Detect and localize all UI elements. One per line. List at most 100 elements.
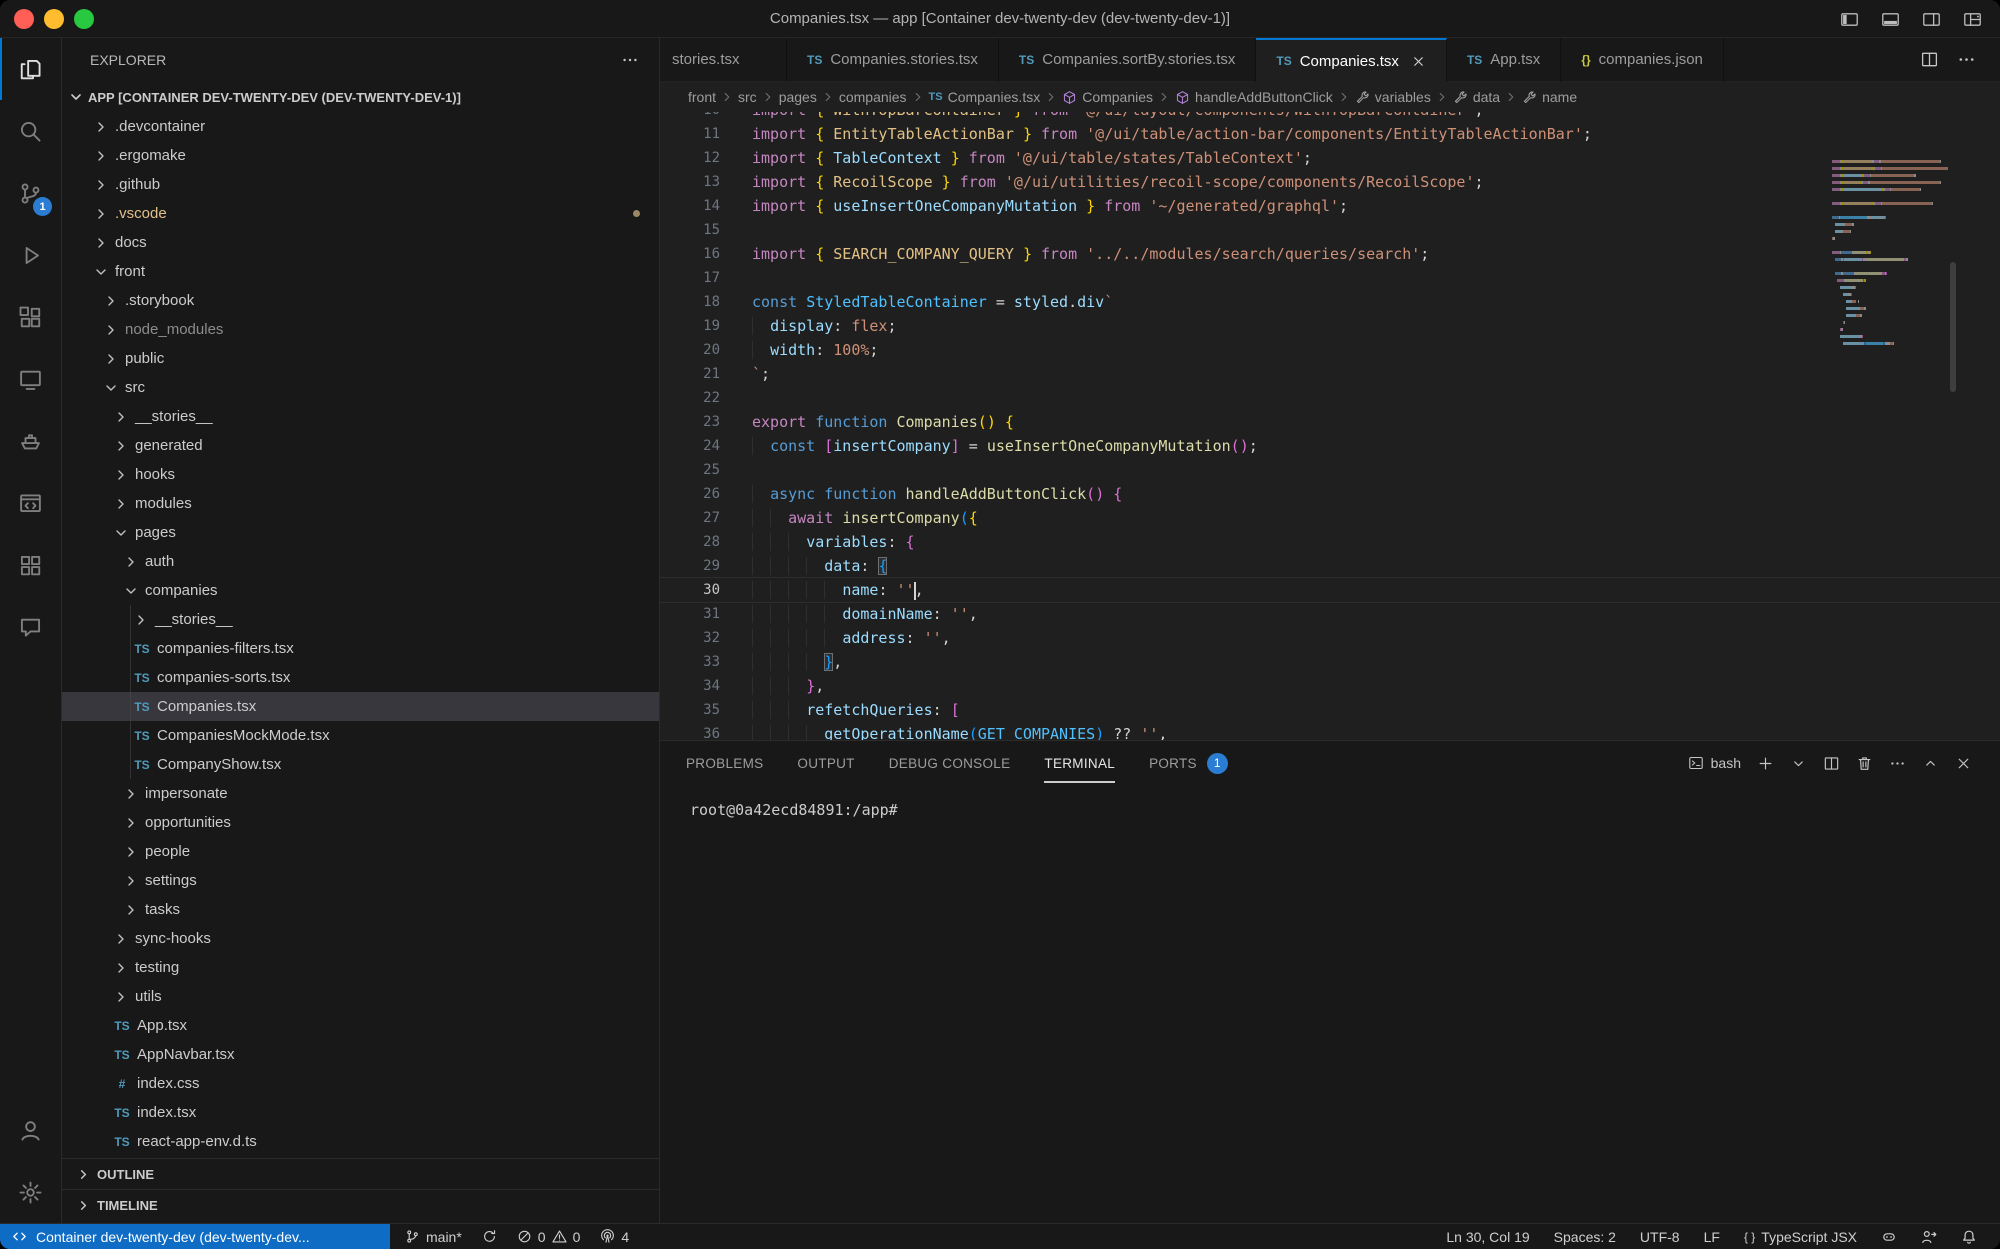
tree-item-impersonate[interactable]: impersonate <box>62 779 659 808</box>
explorer-more-actions-button[interactable] <box>621 51 639 69</box>
shell-selector[interactable]: bash <box>1688 755 1741 771</box>
zoom-window-button[interactable] <box>74 9 94 29</box>
editor-tab-companies-json[interactable]: {}companies.json <box>1561 38 1724 82</box>
status-cursor-position[interactable]: Ln 30, Col 19 <box>1439 1229 1536 1245</box>
breadcrumb-item-src[interactable]: src <box>738 89 757 105</box>
code-line-17[interactable]: 17 <box>660 266 2000 290</box>
tree-item-people[interactable]: people <box>62 837 659 866</box>
tree-item--vscode[interactable]: .vscode <box>62 199 659 228</box>
tree-item-companies-filters-tsx[interactable]: TScompanies-filters.tsx <box>62 634 659 663</box>
breadcrumb-item-handleaddbuttonclick[interactable]: handleAddButtonClick <box>1175 89 1333 105</box>
code-line-19[interactable]: 19 display: flex; <box>660 314 2000 338</box>
activity-item-docker[interactable] <box>0 410 61 472</box>
panel-tab-ports[interactable]: PORTS1 <box>1149 753 1228 774</box>
toggle-panel-icon[interactable] <box>1881 10 1900 29</box>
breadcrumb-item-pages[interactable]: pages <box>779 89 817 105</box>
code-line-26[interactable]: 26 async function handleAddButtonClick()… <box>660 482 2000 506</box>
tree-item--devcontainer[interactable]: .devcontainer <box>62 112 659 141</box>
status-encoding[interactable]: UTF-8 <box>1633 1229 1687 1245</box>
editor-tab-companies-sortby-stories-tsx[interactable]: TSCompanies.sortBy.stories.tsx <box>999 38 1256 82</box>
tree-item-utils[interactable]: utils <box>62 982 659 1011</box>
editor-tab-app-tsx[interactable]: TSApp.tsx <box>1447 38 1561 82</box>
code-line-11[interactable]: 11import { EntityTableActionBar } from '… <box>660 122 2000 146</box>
code-line-25[interactable]: 25 <box>660 458 2000 482</box>
activity-item-search[interactable] <box>0 100 61 162</box>
tree-item-pages[interactable]: pages <box>62 518 659 547</box>
panel-tab-output[interactable]: OUTPUT <box>797 756 854 771</box>
tree-item-companies-tsx[interactable]: TSCompanies.tsx <box>62 692 659 721</box>
tree-item-generated[interactable]: generated <box>62 431 659 460</box>
split-terminal-button[interactable] <box>1823 755 1840 772</box>
terminal-content[interactable]: root@0a42ecd84891:/app# <box>660 785 2000 819</box>
minimize-window-button[interactable] <box>44 9 64 29</box>
code-line-13[interactable]: 13import { RecoilScope } from '@/ui/util… <box>660 170 2000 194</box>
tree-item-app-tsx[interactable]: TSApp.tsx <box>62 1011 659 1040</box>
code-line-31[interactable]: 31 domainName: '', <box>660 602 2000 626</box>
editor-tab-companies-tsx[interactable]: TSCompanies.tsx <box>1256 38 1447 82</box>
status-copilot[interactable] <box>1874 1229 1904 1245</box>
tree-item-companiesmockmode-tsx[interactable]: TSCompaniesMockMode.tsx <box>62 721 659 750</box>
activity-item-accounts[interactable] <box>0 1099 61 1161</box>
tree-item-opportunities[interactable]: opportunities <box>62 808 659 837</box>
tree-item-settings[interactable]: settings <box>62 866 659 895</box>
kill-terminal-button[interactable] <box>1856 755 1873 772</box>
code-line-16[interactable]: 16import { SEARCH_COMPANY_QUERY } from '… <box>660 242 2000 266</box>
code-line-28[interactable]: 28 variables: { <box>660 530 2000 554</box>
more-editor-actions-button[interactable] <box>1957 50 1976 69</box>
panel-tab-problems[interactable]: PROBLEMS <box>686 756 763 771</box>
tree-item-tasks[interactable]: tasks <box>62 895 659 924</box>
code-line-24[interactable]: 24 const [insertCompany] = useInsertOneC… <box>660 434 2000 458</box>
tree-item-index-css[interactable]: #index.css <box>62 1069 659 1098</box>
maximize-panel-button[interactable] <box>1922 755 1939 772</box>
status-notifications[interactable] <box>1954 1229 1984 1245</box>
tree-item-docs[interactable]: docs <box>62 228 659 257</box>
activity-item-source-control[interactable]: 1 <box>0 162 61 224</box>
toggle-secondary-sidebar-icon[interactable] <box>1922 10 1941 29</box>
code-editor[interactable]: 10import { WithTopBarContainer } from '@… <box>660 112 2000 740</box>
activity-item-remote-explorer[interactable] <box>0 348 61 410</box>
activity-item-test-explorer[interactable] <box>0 534 61 596</box>
panel-tab-terminal[interactable]: TERMINAL <box>1044 756 1115 771</box>
tree-item-src[interactable]: src <box>62 373 659 402</box>
code-line-36[interactable]: 36 getOperationName(GET_COMPANIES) ?? ''… <box>660 722 2000 740</box>
breadcrumb-item-variables[interactable]: variables <box>1355 89 1431 105</box>
tree-item-companies[interactable]: companies <box>62 576 659 605</box>
status-eol-sequence[interactable]: LF <box>1697 1229 1727 1245</box>
code-line-34[interactable]: 34 }, <box>660 674 2000 698</box>
code-line-15[interactable]: 15 <box>660 218 2000 242</box>
editor-tab-stories-tsx[interactable]: stories.tsx <box>660 38 787 82</box>
breadcrumb-item-front[interactable]: front <box>688 89 716 105</box>
status-forwarded-ports[interactable]: 4 <box>593 1229 636 1245</box>
new-terminal-button[interactable] <box>1757 755 1774 772</box>
more-panel-actions-button[interactable] <box>1889 755 1906 772</box>
section-timeline[interactable]: TIMELINE <box>62 1189 659 1220</box>
activity-item-manage-settings[interactable] <box>0 1161 61 1223</box>
tree-item-sync-hooks[interactable]: sync-hooks <box>62 924 659 953</box>
activity-item-live-preview[interactable] <box>0 472 61 534</box>
tree-item--ergomake[interactable]: .ergomake <box>62 141 659 170</box>
tree-item-companyshow-tsx[interactable]: TSCompanyShow.tsx <box>62 750 659 779</box>
status-indentation[interactable]: Spaces: 2 <box>1547 1229 1623 1245</box>
activity-item-explorer[interactable] <box>0 38 61 100</box>
tree-item-appnavbar-tsx[interactable]: TSAppNavbar.tsx <box>62 1040 659 1069</box>
tree-item--stories-[interactable]: __stories__ <box>62 402 659 431</box>
tree-item-public[interactable]: public <box>62 344 659 373</box>
panel-tab-debug-console[interactable]: DEBUG CONSOLE <box>889 756 1011 771</box>
close-icon[interactable] <box>1411 54 1426 69</box>
workspace-section-header[interactable]: APP [CONTAINER DEV-TWENTY-DEV (DEV-TWENT… <box>62 82 659 112</box>
close-window-button[interactable] <box>14 9 34 29</box>
code-line-12[interactable]: 12import { TableContext } from '@/ui/tab… <box>660 146 2000 170</box>
activity-item-extensions[interactable] <box>0 286 61 348</box>
code-line-33[interactable]: 33 }, <box>660 650 2000 674</box>
activity-item-run-and-debug[interactable] <box>0 224 61 286</box>
tree-item-react-app-env-d-ts[interactable]: TSreact-app-env.d.ts <box>62 1127 659 1156</box>
tree-item--github[interactable]: .github <box>62 170 659 199</box>
code-line-23[interactable]: 23export function Companies() { <box>660 410 2000 434</box>
status-sync-changes[interactable] <box>475 1229 504 1244</box>
code-line-30[interactable]: 30 name: '', <box>660 578 2000 602</box>
code-line-32[interactable]: 32 address: '', <box>660 626 2000 650</box>
code-line-14[interactable]: 14import { useInsertOneCompanyMutation }… <box>660 194 2000 218</box>
tree-item-auth[interactable]: auth <box>62 547 659 576</box>
status-git-branch[interactable]: main* <box>398 1229 469 1245</box>
tree-item--storybook[interactable]: .storybook <box>62 286 659 315</box>
